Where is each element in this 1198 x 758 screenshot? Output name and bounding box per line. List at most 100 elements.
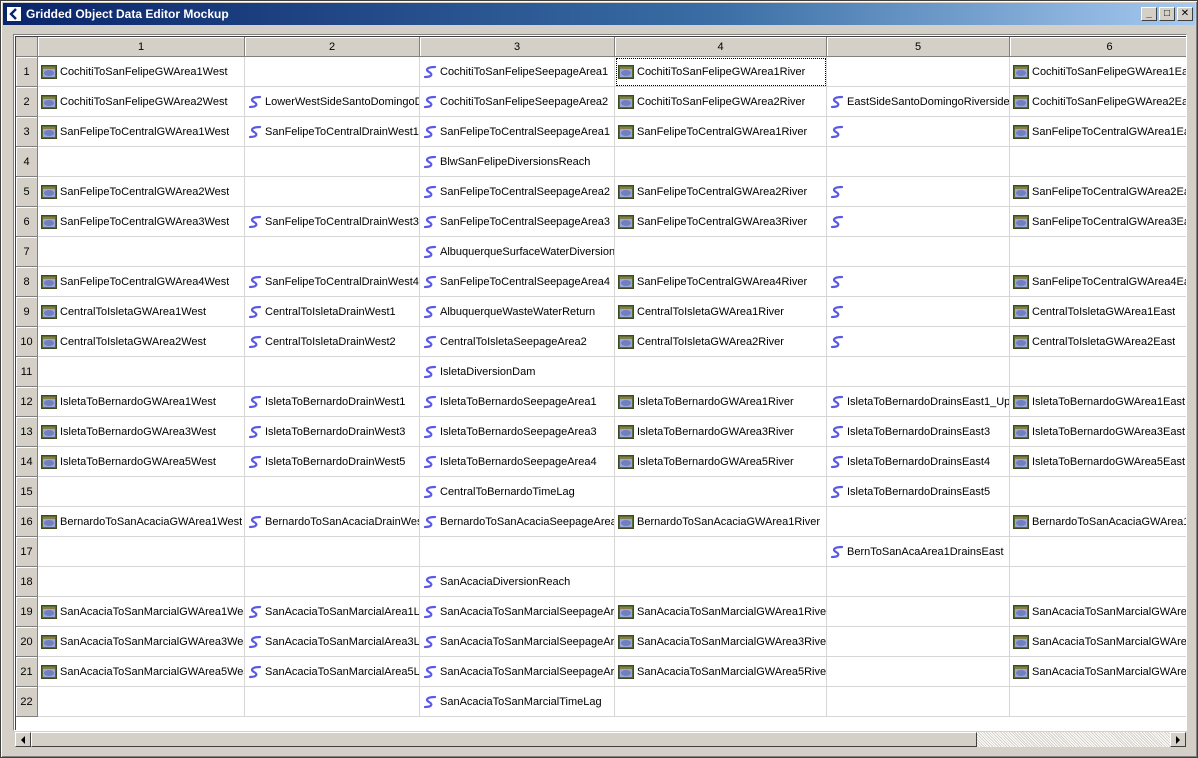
grid-cell[interactable]: SanFelipeToCentralGWArea2East [1010, 177, 1186, 207]
grid-cell[interactable]: SanFelipeToCentralSeepageArea3 [420, 207, 615, 237]
scroll-thumb[interactable] [31, 732, 977, 747]
row-header-2[interactable]: 2 [16, 87, 38, 117]
grid-cell[interactable]: SanAcaciaToSanMarcialSeepageAre [420, 627, 615, 657]
row-header-7[interactable]: 7 [16, 237, 38, 267]
grid-cell[interactable] [38, 477, 245, 507]
grid-cell[interactable]: IsletaToBernardoGWArea3River [615, 417, 827, 447]
grid-cell[interactable] [1010, 687, 1186, 717]
grid-cell[interactable] [615, 237, 827, 267]
grid-cell[interactable]: SanAcaciaToSanMarcialArea3Lo [245, 627, 420, 657]
row-header-11[interactable]: 11 [16, 357, 38, 387]
grid-cell[interactable] [827, 117, 1010, 147]
grid-cell[interactable]: IsletaToBernardoDrainsEast4 [827, 447, 1010, 477]
grid-cell[interactable] [827, 657, 1010, 687]
column-header-2[interactable]: 2 [245, 37, 420, 57]
grid-cell[interactable]: CentralToIsletaGWArea1River [615, 297, 827, 327]
grid-cell[interactable] [827, 597, 1010, 627]
grid-cell[interactable]: BernardoToSanAcaciaGWArea1West [38, 507, 245, 537]
grid-cell[interactable]: IsletaToBernardoGWArea1West [38, 387, 245, 417]
row-header-5[interactable]: 5 [16, 177, 38, 207]
grid-cell[interactable]: CochitiToSanFelipeGWArea2River [615, 87, 827, 117]
close-button[interactable]: ✕ [1177, 7, 1193, 21]
grid-cell[interactable]: SanFelipeToCentralGWArea4West [38, 267, 245, 297]
grid-cell[interactable]: IsletaToBernardoDrainWest5 [245, 447, 420, 477]
grid-cell[interactable]: SanAcaciaDiversionReach [420, 567, 615, 597]
grid-cell[interactable] [245, 57, 420, 87]
grid-cell[interactable] [615, 687, 827, 717]
grid-cell[interactable]: BernardoToSanAcaciaDrainWes [245, 507, 420, 537]
grid-cell[interactable] [827, 147, 1010, 177]
grid-cell[interactable] [615, 567, 827, 597]
grid-cell[interactable] [245, 177, 420, 207]
grid-cell[interactable]: SanAcaciaToSanMarcialArea5Lo [245, 657, 420, 687]
grid-cell[interactable] [827, 627, 1010, 657]
grid-cell[interactable]: IsletaToBernardoDrainWest1 [245, 387, 420, 417]
grid-cell[interactable]: SanAcaciaToSanMarcialSeepageAre [420, 657, 615, 687]
grid-cell[interactable] [1010, 237, 1186, 267]
grid-cell[interactable]: CentralToIsletaDrainWest1 [245, 297, 420, 327]
grid-cell[interactable] [827, 687, 1010, 717]
column-header-4[interactable]: 4 [615, 37, 827, 57]
grid-cell[interactable]: SanAcaciaToSanMarcialGWArea3River [615, 627, 827, 657]
grid-cell[interactable]: CochitiToSanFelipeGWArea2East [1010, 87, 1186, 117]
grid-cell[interactable]: BernToSanAcaArea1DrainsEast [827, 537, 1010, 567]
grid-cell[interactable] [38, 147, 245, 177]
grid-cell[interactable] [245, 537, 420, 567]
row-header-9[interactable]: 9 [16, 297, 38, 327]
grid-cell[interactable] [245, 147, 420, 177]
grid-cell[interactable]: SanFelipeToCentralGWArea1River [615, 117, 827, 147]
minimize-button[interactable]: _ [1141, 7, 1157, 21]
grid-cell[interactable]: CentralToIsletaGWArea1West [38, 297, 245, 327]
grid-cell[interactable]: IsletaToBernardoGWArea5River [615, 447, 827, 477]
grid-cell[interactable]: SanAcaciaToSanMarcialGWArea3 [1010, 627, 1186, 657]
grid-cell[interactable]: SanFelipeToCentralSeepageArea1 [420, 117, 615, 147]
column-header-5[interactable]: 5 [827, 37, 1010, 57]
grid-cell[interactable]: SanFelipeToCentralGWArea3West [38, 207, 245, 237]
grid-cell[interactable] [420, 537, 615, 567]
grid-cell[interactable] [827, 237, 1010, 267]
grid-cell[interactable]: LowerWestSideSantoDomingoD [245, 87, 420, 117]
grid-cell[interactable] [1010, 477, 1186, 507]
grid-cell[interactable]: IsletaToBernardoGWArea1River [615, 387, 827, 417]
grid-cell[interactable]: AlbuquerqueWasteWaterReturn [420, 297, 615, 327]
grid-cell[interactable] [245, 567, 420, 597]
grid-cell[interactable] [1010, 147, 1186, 177]
grid-cell[interactable]: SanAcaciaToSanMarcialGWArea1West [38, 597, 245, 627]
column-header-1[interactable]: 1 [38, 37, 245, 57]
grid-cell[interactable]: SanFelipeToCentralSeepageArea4 [420, 267, 615, 297]
grid-cell[interactable]: SanAcaciaToSanMarcialGWArea1River [615, 597, 827, 627]
grid-cell[interactable] [38, 237, 245, 267]
grid-cell[interactable]: SanAcaciaToSanMarcialGWArea3West [38, 627, 245, 657]
grid-cell[interactable]: IsletaToBernardoGWArea1East [1010, 387, 1186, 417]
grid-cell[interactable] [38, 357, 245, 387]
row-header-21[interactable]: 21 [16, 657, 38, 687]
grid-cell[interactable] [1010, 357, 1186, 387]
row-header-8[interactable]: 8 [16, 267, 38, 297]
grid-cell[interactable]: IsletaToBernardoDrainsEast1_Up [827, 387, 1010, 417]
grid-cell[interactable]: IsletaToBernardoGWArea3East [1010, 417, 1186, 447]
grid-cell[interactable] [827, 567, 1010, 597]
grid-cell[interactable]: SanAcaciaToSanMarcialGWArea5 [1010, 657, 1186, 687]
grid-cell[interactable] [827, 297, 1010, 327]
grid-cell[interactable]: SanFelipeToCentralGWArea3East [1010, 207, 1186, 237]
grid-cell[interactable]: CentralToIsletaDrainWest2 [245, 327, 420, 357]
maximize-button[interactable]: □ [1159, 7, 1175, 21]
row-header-3[interactable]: 3 [16, 117, 38, 147]
grid-cell[interactable] [827, 267, 1010, 297]
grid-cell[interactable]: IsletaToBernardoGWArea5East [1010, 447, 1186, 477]
column-header-3[interactable]: 3 [420, 37, 615, 57]
row-header-13[interactable]: 13 [16, 417, 38, 447]
scroll-left-button[interactable] [15, 732, 31, 747]
grid-cell[interactable]: CochitiToSanFelipeSeepageArea1 [420, 57, 615, 87]
grid-cell[interactable]: SanFelipeToCentralGWArea1East [1010, 117, 1186, 147]
grid-cell[interactable] [38, 567, 245, 597]
grid-cell[interactable]: CochitiToSanFelipeGWArea1West [38, 57, 245, 87]
grid-cell[interactable]: SanFelipeToCentralGWArea1West [38, 117, 245, 147]
grid-cell[interactable] [827, 177, 1010, 207]
grid-cell[interactable]: IsletaToBernardoGWArea3West [38, 417, 245, 447]
grid-cell[interactable]: SanFelipeToCentralDrainWest4 [245, 267, 420, 297]
grid-cell[interactable] [827, 57, 1010, 87]
grid-cell[interactable] [615, 357, 827, 387]
row-header-16[interactable]: 16 [16, 507, 38, 537]
grid-cell[interactable]: CochitiToSanFelipeGWArea1East [1010, 57, 1186, 87]
